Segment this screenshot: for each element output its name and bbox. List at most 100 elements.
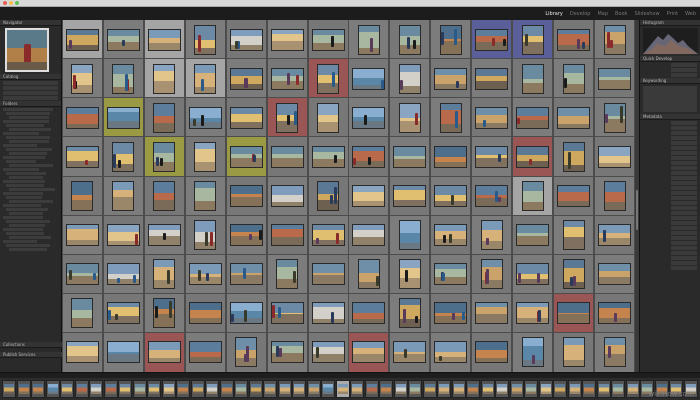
filmstrip-thumbnail[interactable]: [45, 380, 60, 398]
photo-thumbnail[interactable]: [153, 181, 176, 211]
folder-tree-item[interactable]: [3, 144, 37, 147]
photo-thumbnail[interactable]: [270, 67, 304, 90]
grid-thumbnail-cell[interactable]: [512, 175, 554, 217]
grid-thumbnail-cell[interactable]: [102, 97, 144, 139]
metadata-field-row[interactable]: [643, 121, 697, 125]
grid-thumbnail-cell[interactable]: [62, 331, 103, 372]
filmstrip-thumbnail[interactable]: [248, 380, 263, 398]
filmstrip-thumbnail[interactable]: [219, 380, 234, 398]
grid-thumbnail-cell[interactable]: [225, 97, 267, 139]
photo-thumbnail[interactable]: [480, 259, 503, 290]
grid-thumbnail-cell[interactable]: [266, 20, 308, 61]
grid-thumbnail-cell[interactable]: [389, 97, 431, 139]
photo-thumbnail[interactable]: [352, 67, 386, 90]
photo-thumbnail[interactable]: [516, 263, 550, 286]
photo-thumbnail[interactable]: [188, 263, 222, 286]
photo-thumbnail[interactable]: [562, 259, 585, 290]
grid-thumbnail-cell[interactable]: [307, 331, 349, 372]
folder-tree-item[interactable]: [3, 192, 43, 195]
photo-thumbnail[interactable]: [270, 185, 304, 207]
grid-thumbnail-cell[interactable]: [225, 58, 267, 100]
grid-thumbnail-cell[interactable]: [594, 214, 635, 256]
metadata-field-row[interactable]: [643, 146, 697, 150]
filmstrip-thumbnail[interactable]: [118, 380, 132, 398]
grid-thumbnail-cell[interactable]: [307, 253, 349, 295]
grid-thumbnail-cell[interactable]: [184, 58, 226, 100]
grid-thumbnail-cell[interactable]: [594, 136, 635, 178]
photo-thumbnail[interactable]: [434, 224, 468, 247]
folder-tree-item[interactable]: [9, 212, 43, 215]
grid-thumbnail-cell[interactable]: [62, 136, 103, 178]
filmstrip-thumbnail[interactable]: [611, 380, 625, 398]
grid-thumbnail-cell[interactable]: [348, 136, 390, 178]
grid-thumbnail-cell[interactable]: [553, 97, 595, 139]
metadata-field-row[interactable]: [643, 241, 697, 245]
grid-thumbnail-cell[interactable]: [512, 136, 554, 178]
module-tab-slideshow[interactable]: Slideshow: [634, 11, 659, 17]
grid-thumbnail-cell[interactable]: [266, 292, 308, 334]
grid-thumbnail-cell[interactable]: [471, 58, 513, 100]
grid-thumbnail-cell[interactable]: [553, 136, 595, 178]
metadata-field-row[interactable]: [643, 221, 697, 225]
zoom-window-icon[interactable]: [15, 1, 19, 5]
photo-thumbnail[interactable]: [562, 337, 585, 368]
grid-thumbnail-cell[interactable]: [62, 292, 103, 334]
photo-thumbnail[interactable]: [562, 141, 585, 172]
photo-thumbnail[interactable]: [352, 302, 386, 325]
photo-thumbnail[interactable]: [106, 224, 140, 247]
grid-thumbnail-cell[interactable]: [62, 58, 103, 100]
grid-thumbnail-cell[interactable]: [225, 175, 267, 217]
photo-thumbnail[interactable]: [516, 302, 550, 325]
photo-thumbnail[interactable]: [65, 106, 99, 129]
photo-thumbnail[interactable]: [229, 145, 263, 168]
grid-thumbnail-cell[interactable]: [225, 253, 267, 295]
metadata-field-row[interactable]: [643, 186, 697, 190]
photo-thumbnail[interactable]: [153, 102, 176, 133]
filmstrip-thumbnail[interactable]: [538, 380, 553, 398]
photo-thumbnail[interactable]: [147, 224, 181, 247]
folder-tree-item[interactable]: [6, 220, 50, 223]
photo-thumbnail[interactable]: [112, 181, 135, 211]
filmstrip-thumbnail[interactable]: [451, 380, 466, 398]
grid-thumbnail-cell[interactable]: [62, 97, 103, 139]
grid-thumbnail-cell[interactable]: [225, 136, 267, 178]
photo-thumbnail[interactable]: [153, 298, 176, 329]
folder-tree-item[interactable]: [6, 124, 44, 127]
folder-tree-item[interactable]: [9, 128, 51, 131]
photo-thumbnail[interactable]: [516, 106, 550, 129]
grid-thumbnail-cell[interactable]: [62, 214, 103, 256]
filmstrip-thumbnail[interactable]: [524, 380, 538, 398]
photo-thumbnail[interactable]: [229, 28, 263, 51]
grid-thumbnail-cell[interactable]: [553, 58, 595, 100]
catalog-row[interactable]: [3, 91, 58, 95]
folder-tree-item[interactable]: [9, 248, 47, 251]
grid-thumbnail-cell[interactable]: [225, 292, 267, 334]
grid-thumbnail-cell[interactable]: [389, 253, 431, 295]
filmstrip-thumbnail[interactable]: [132, 380, 147, 398]
photo-thumbnail[interactable]: [475, 341, 509, 364]
photo-thumbnail[interactable]: [311, 263, 345, 286]
photo-thumbnail[interactable]: [434, 302, 468, 325]
grid-thumbnail-cell[interactable]: [62, 175, 103, 217]
filmstrip-thumbnail[interactable]: [234, 380, 248, 398]
folder-tree-item[interactable]: [9, 116, 49, 119]
grid-thumbnail-cell[interactable]: [307, 20, 349, 61]
folder-tree-item[interactable]: [3, 168, 39, 171]
photo-thumbnail[interactable]: [357, 259, 380, 290]
folder-tree-item[interactable]: [3, 132, 39, 135]
photo-thumbnail[interactable]: [480, 220, 503, 251]
grid-thumbnail-cell[interactable]: [389, 331, 431, 372]
photo-thumbnail[interactable]: [188, 106, 222, 129]
filmstrip-thumbnail[interactable]: [176, 380, 190, 398]
photo-thumbnail[interactable]: [434, 185, 468, 207]
photo-thumbnail[interactable]: [439, 24, 462, 55]
grid-thumbnail-cell[interactable]: [512, 58, 554, 100]
quick-develop-panel-header[interactable]: Quick Develop: [640, 56, 700, 62]
photo-thumbnail[interactable]: [153, 63, 176, 94]
photo-thumbnail[interactable]: [598, 302, 632, 325]
grid-thumbnail-cell[interactable]: [594, 58, 635, 100]
photo-thumbnail[interactable]: [65, 341, 99, 364]
metadata-field-row[interactable]: [643, 156, 697, 160]
grid-thumbnail-cell[interactable]: [594, 331, 635, 372]
folder-tree-item[interactable]: [3, 204, 41, 207]
